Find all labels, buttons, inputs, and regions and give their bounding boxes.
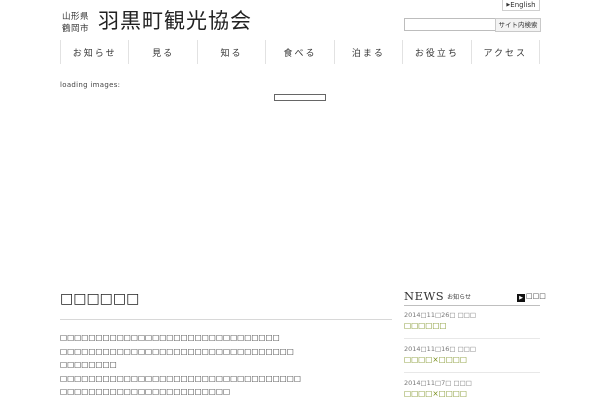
paragraph-line: □□□□□□□□□□□□□□□□□□□□□□□□□□□□□□□□□	[60, 346, 294, 356]
news-more-label[interactable]: □□□	[526, 292, 546, 300]
news-item-divider	[404, 338, 540, 339]
news-item-divider	[404, 372, 540, 373]
site-logo-title[interactable]: 羽黒町観光協会	[98, 8, 252, 34]
paragraph-line: □□□□□□□□□□□□□□□□□□□□□□□□	[60, 387, 231, 396]
nav-item-learn[interactable]: 知る	[196, 40, 265, 64]
nav-item-news[interactable]: お知らせ	[60, 40, 128, 64]
language-switch[interactable]: ▶English	[502, 0, 540, 11]
nav-item-see[interactable]: 見る	[128, 40, 196, 64]
nav-item-stay[interactable]: 泊まる	[333, 40, 402, 64]
nav-item-eat[interactable]: 食べる	[265, 40, 333, 64]
news-item: 2014□11□26□ □□□ □□□□□□	[404, 311, 540, 331]
nav-item-useful[interactable]: お役立ち	[402, 40, 470, 64]
news-title-link[interactable]: □□□□×□□□□	[404, 355, 540, 365]
intro-paragraph: □□□□□□□□□□□□□□□□□□□□□□□□□□□□□□□ □□□□□□□□…	[60, 331, 400, 399]
paragraph-line: □□□□□□□□□□□□□□□□□□□□□□□□□□□□□□□	[60, 333, 280, 342]
global-nav: お知らせ 見る 知る 食べる 泊まる お役立ち アクセス	[60, 40, 540, 64]
loading-text: loading images:	[60, 81, 121, 89]
page-title: □□□□□□	[60, 291, 140, 307]
news-more-link[interactable]: ▶ □□□	[517, 292, 546, 302]
news-date: 2014□11□26□ □□□	[404, 311, 476, 319]
prefecture-label: 山形県	[62, 12, 90, 22]
nav-item-access[interactable]: アクセス	[470, 40, 540, 64]
paragraph-line: □□□□□□□□	[60, 360, 117, 369]
news-title-link[interactable]: □□□□□□	[404, 321, 540, 331]
news-heading: NEWS お知らせ	[404, 289, 471, 305]
search-input[interactable]	[404, 18, 498, 31]
city-label: 鶴岡市	[62, 24, 90, 34]
arrow-right-icon: ▶	[517, 294, 525, 302]
news-date: 2014□11□7□ □□□	[404, 379, 472, 387]
news-date: 2014□11□16□ □□□	[404, 345, 476, 353]
news-heading-label: NEWS	[404, 289, 445, 303]
news-subheading: お知らせ	[447, 294, 472, 301]
title-divider	[60, 319, 392, 320]
prefecture-city-label: 山形県 鶴岡市	[62, 11, 89, 35]
search-button[interactable]: サイト内検索	[495, 18, 541, 32]
language-link-label[interactable]: English	[510, 1, 535, 9]
news-title-link[interactable]: □□□□×□□□□	[404, 389, 540, 399]
news-item: 2014□11□7□ □□□ □□□□×□□□□	[404, 379, 540, 399]
news-item: 2014□11□16□ □□□ □□□□×□□□□	[404, 345, 540, 365]
news-divider	[404, 305, 540, 306]
paragraph-line: □□□□□□□□□□□□□□□□□□□□□□□□□□□□□□□□□□	[60, 373, 301, 383]
loading-progress-bar	[274, 94, 326, 101]
